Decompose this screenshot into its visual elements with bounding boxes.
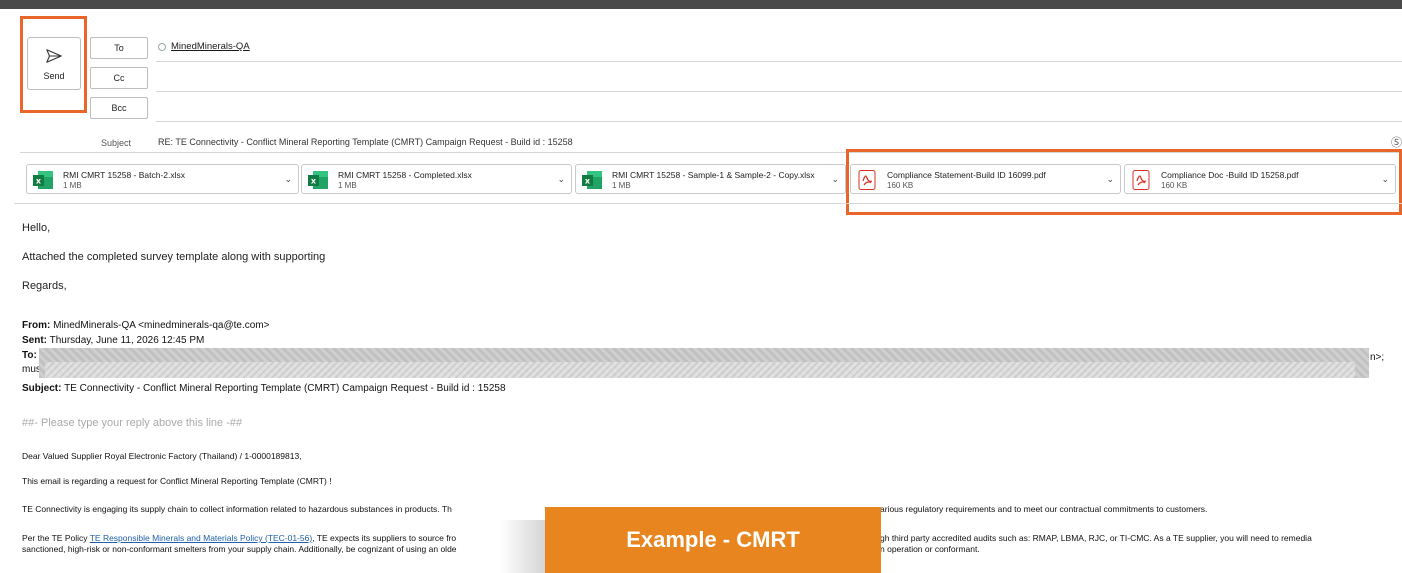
paragraph-3-left: sanctioned, high-risk or non-conformant … bbox=[22, 544, 457, 554]
excel-icon: x bbox=[582, 171, 602, 189]
to-recipient-name: MinedMinerals-QA bbox=[171, 41, 250, 52]
to-recipient-chip[interactable]: MinedMinerals-QA bbox=[158, 41, 250, 52]
attachment-size: 1 MB bbox=[63, 181, 82, 190]
regards: Regards, bbox=[22, 280, 67, 292]
sent-label: Sent: bbox=[22, 335, 47, 346]
attachment-card[interactable]: x RMI CMRT 15258 - Batch-2.xlsx 1 MB ⌄ bbox=[26, 164, 299, 194]
to-label: To: bbox=[22, 350, 37, 361]
quoted-subject-label: Subject: bbox=[22, 383, 62, 394]
attachment-card[interactable]: x RMI CMRT 15258 - Sample-1 & Sample-2 -… bbox=[575, 164, 846, 194]
attachments-highlight-box bbox=[846, 149, 1402, 215]
chevron-down-icon[interactable]: ⌄ bbox=[557, 174, 565, 185]
to-field-line bbox=[156, 61, 1402, 62]
paragraph-2-left: Per the TE Policy TE Responsible Mineral… bbox=[22, 533, 456, 543]
quoted-sent: Sent: Thursday, June 11, 2026 12:45 PM bbox=[22, 335, 204, 346]
quoted-from: From: MinedMinerals-QA <minedminerals-qa… bbox=[22, 320, 269, 331]
chevron-down-icon[interactable]: ⌄ bbox=[831, 174, 839, 185]
greeting: Hello, bbox=[22, 222, 51, 234]
attachments-divider bbox=[14, 203, 1402, 204]
paragraph-1-left: TE Connectivity is engaging its supply c… bbox=[22, 504, 452, 514]
reply-hint: ##- Please type your reply above this li… bbox=[22, 417, 243, 429]
quoted-subject-value: TE Connectivity - Conflict Mineral Repor… bbox=[64, 383, 506, 394]
example-badge: Example - CMRT bbox=[545, 507, 881, 573]
quoted-subject: Subject: TE Connectivity - Conflict Mine… bbox=[22, 383, 506, 394]
svg-text:x: x bbox=[311, 177, 317, 186]
paragraph-3-right: n operation or conformant. bbox=[880, 544, 980, 554]
subject-label: Subject bbox=[101, 138, 132, 148]
bcc-button[interactable]: Bcc bbox=[90, 97, 148, 119]
redacted-recipients-texture bbox=[45, 362, 1355, 378]
excel-icon: x bbox=[308, 171, 328, 189]
cc-field-line bbox=[156, 91, 1402, 92]
regarding-line: This email is regarding a request for Co… bbox=[22, 476, 332, 486]
policy-link[interactable]: TE Responsible Minerals and Materials Po… bbox=[90, 533, 313, 543]
sent-value: Thursday, June 11, 2026 12:45 PM bbox=[49, 335, 205, 346]
quoted-to-tail: n>; bbox=[1370, 352, 1385, 363]
from-label: From: bbox=[22, 320, 51, 331]
chevron-down-icon[interactable]: ⌄ bbox=[284, 174, 292, 185]
policy-suffix: , TE expects its suppliers to source fro bbox=[312, 533, 457, 543]
attachment-size: 1 MB bbox=[338, 181, 357, 190]
excel-icon: x bbox=[33, 171, 53, 189]
svg-text:x: x bbox=[585, 177, 591, 186]
presence-icon bbox=[158, 42, 166, 51]
paragraph-1-right: arious regulatory requirements and to me… bbox=[880, 504, 1208, 514]
subject-input[interactable]: RE: TE Connectivity - Conflict Mineral R… bbox=[158, 137, 573, 147]
attachment-name: RMI CMRT 15258 - Batch-2.xlsx bbox=[63, 170, 186, 180]
policy-prefix: Per the TE Policy bbox=[22, 533, 90, 543]
from-value: MinedMinerals-QA <minedminerals-qa@te.co… bbox=[53, 320, 270, 331]
attachment-name: RMI CMRT 15258 - Sample-1 & Sample-2 - C… bbox=[612, 170, 815, 180]
attachment-name: RMI CMRT 15258 - Completed.xlsx bbox=[338, 170, 472, 180]
body-line: Attached the completed survey template a… bbox=[22, 251, 326, 263]
cc-button[interactable]: Cc bbox=[90, 67, 148, 89]
to-button[interactable]: To bbox=[90, 37, 148, 59]
badge-shadow bbox=[500, 520, 550, 573]
paragraph-2-right: gh third party accredited audits such as… bbox=[880, 533, 1312, 543]
svg-text:x: x bbox=[36, 177, 42, 186]
bcc-field-line bbox=[156, 121, 1402, 122]
window-top-bar bbox=[0, 0, 1402, 9]
attachment-card[interactable]: x RMI CMRT 15258 - Completed.xlsx 1 MB ⌄ bbox=[301, 164, 572, 194]
send-highlight-box bbox=[20, 16, 87, 113]
dear-line: Dear Valued Supplier Royal Electronic Fa… bbox=[22, 451, 302, 461]
attachment-size: 1 MB bbox=[612, 181, 631, 190]
sensitivity-icon[interactable]: Ⓢ bbox=[1391, 134, 1402, 150]
